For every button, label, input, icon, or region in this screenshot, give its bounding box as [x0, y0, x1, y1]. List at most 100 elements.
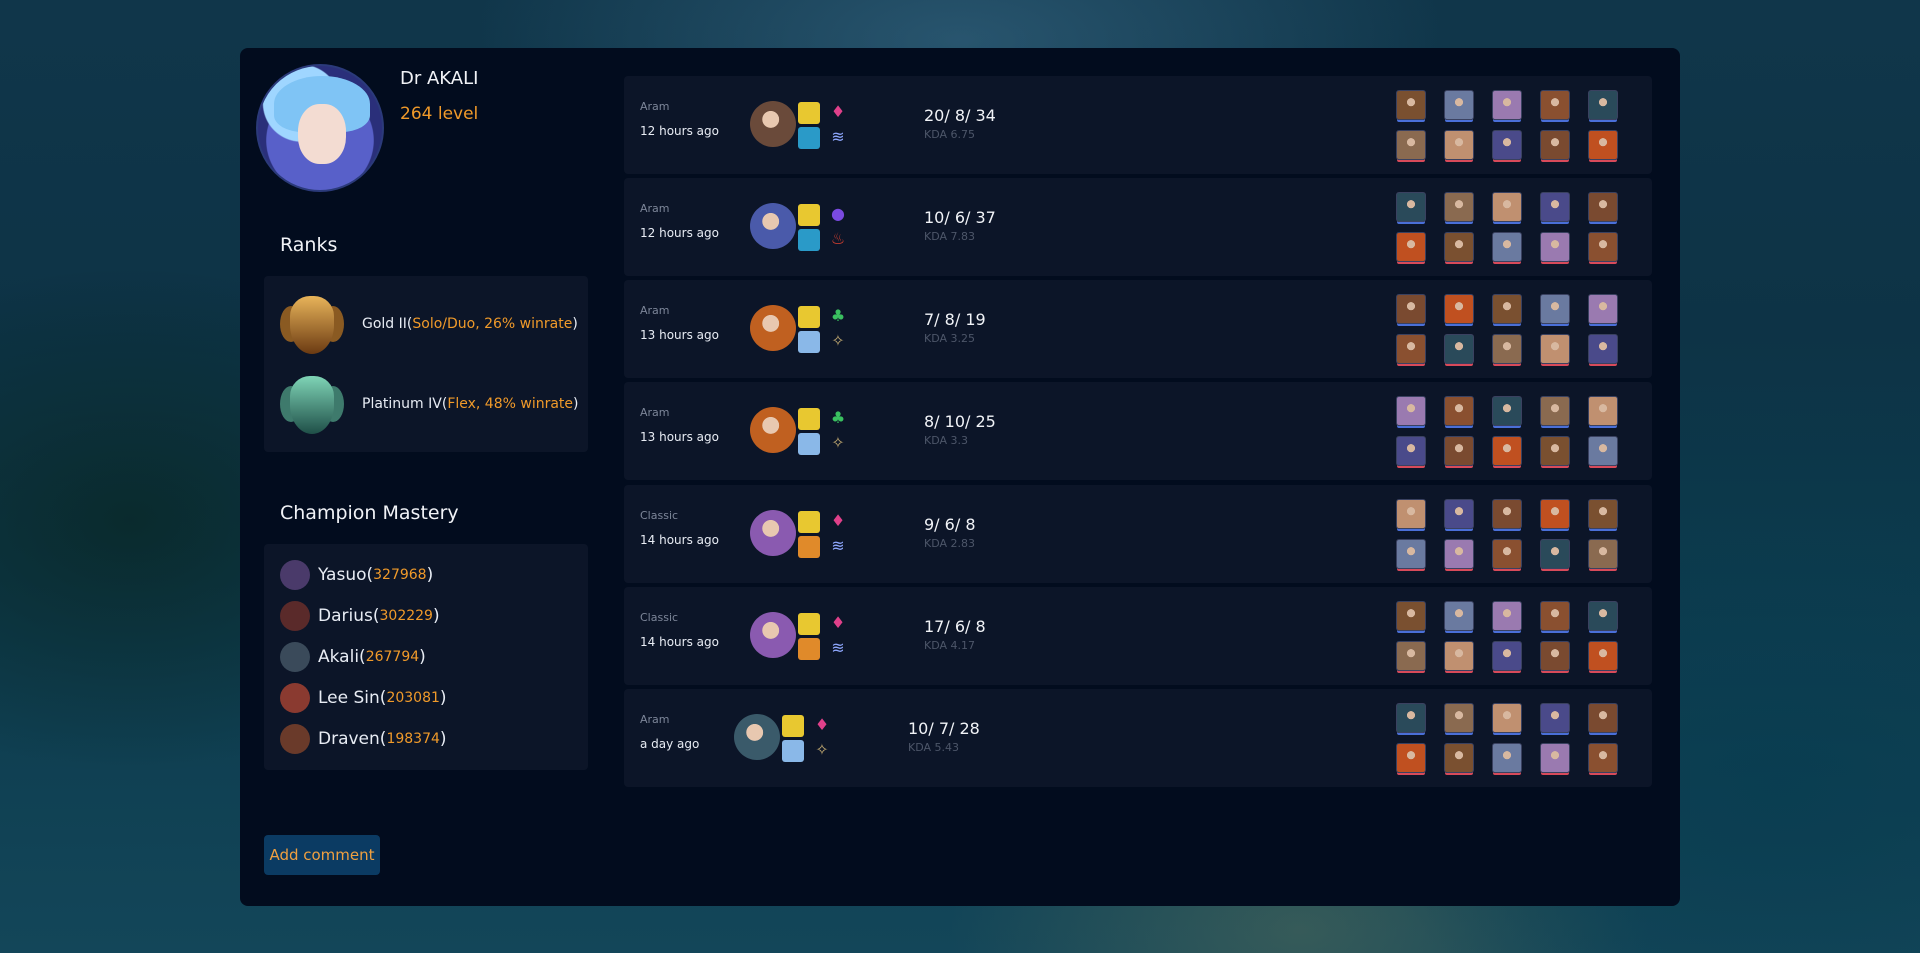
participant-champion-icon[interactable] — [1588, 396, 1618, 426]
match-time: 12 hours ago — [640, 124, 719, 138]
participant-champion-icon[interactable] — [1492, 232, 1522, 262]
participant-champion-icon[interactable] — [1444, 743, 1474, 773]
participant-champion-icon[interactable] — [1492, 396, 1522, 426]
participant-champion-icon[interactable] — [1396, 232, 1426, 262]
participant-champion-icon[interactable] — [1492, 90, 1522, 120]
participant-champion-icon[interactable] — [1444, 294, 1474, 324]
participant-champion-icon[interactable] — [1540, 703, 1570, 733]
participant-champion-icon[interactable] — [1444, 499, 1474, 529]
participant-champion-icon[interactable] — [1540, 743, 1570, 773]
add-comment-button[interactable]: Add comment — [264, 835, 380, 875]
participant-champion-icon[interactable] — [1444, 396, 1474, 426]
participant-champion-icon[interactable] — [1444, 90, 1474, 120]
participant-champion-icon[interactable] — [1588, 334, 1618, 364]
champion-portrait — [734, 714, 780, 760]
participant-champion-icon[interactable] — [1588, 743, 1618, 773]
participant-champion-icon[interactable] — [1492, 641, 1522, 671]
match-score: 7/ 8/ 19 — [924, 310, 986, 329]
match-card[interactable]: Classic 14 hours ago ♦ ≋ 9/ 6/ 8 KDA 2.8… — [624, 485, 1652, 583]
match-card[interactable]: Aram 13 hours ago ♣ ✧ 7/ 8/ 19 KDA 3.25 — [624, 280, 1652, 378]
participant-champion-icon[interactable] — [1588, 130, 1618, 160]
mastery-champion: Yasuo — [318, 564, 367, 585]
participant-champion-icon[interactable] — [1444, 601, 1474, 631]
participant-champion-icon[interactable] — [1540, 232, 1570, 262]
participant-champion-icon[interactable] — [1588, 641, 1618, 671]
participant-champion-icon[interactable] — [1396, 641, 1426, 671]
participant-champion-icon[interactable] — [1492, 130, 1522, 160]
participant-champion-icon[interactable] — [1492, 334, 1522, 364]
keystone-rune-icon: ♦ — [830, 613, 846, 632]
participant-champion-icon[interactable] — [1492, 743, 1522, 773]
participant-champion-icon[interactable] — [1492, 601, 1522, 631]
participant-champion-icon[interactable] — [1540, 601, 1570, 631]
participant-champion-icon[interactable] — [1588, 90, 1618, 120]
participant-champion-icon[interactable] — [1492, 294, 1522, 324]
participant-champion-icon[interactable] — [1444, 130, 1474, 160]
participant-champion-icon[interactable] — [1540, 396, 1570, 426]
champion-portrait — [750, 612, 796, 658]
participant-champion-icon[interactable] — [1396, 703, 1426, 733]
flash-spell-icon — [798, 306, 820, 328]
secondary-rune-icon: ≋ — [831, 638, 845, 657]
participant-champion-icon[interactable] — [1492, 192, 1522, 222]
participant-champion-icon[interactable] — [1588, 192, 1618, 222]
participant-champion-icon[interactable] — [1588, 601, 1618, 631]
summoner-spell-icon — [798, 127, 820, 149]
participant-champion-icon[interactable] — [1396, 192, 1426, 222]
mastery-champion: Akali — [318, 646, 360, 667]
participant-champion-icon[interactable] — [1396, 90, 1426, 120]
participant-champion-icon[interactable] — [1540, 641, 1570, 671]
match-card[interactable]: Aram 12 hours ago ♦ ≋ 20/ 8/ 34 KDA 6.75 — [624, 76, 1652, 174]
participant-champion-icon[interactable] — [1588, 499, 1618, 529]
participant-champion-icon[interactable] — [1444, 539, 1474, 569]
participant-champion-icon[interactable] — [1396, 130, 1426, 160]
participant-champion-icon[interactable] — [1492, 703, 1522, 733]
participant-champion-icon[interactable] — [1492, 499, 1522, 529]
participant-champion-icon[interactable] — [1588, 436, 1618, 466]
participant-champion-icon[interactable] — [1444, 641, 1474, 671]
participant-champion-icon[interactable] — [1396, 294, 1426, 324]
participant-champion-icon[interactable] — [1540, 90, 1570, 120]
participant-champion-icon[interactable] — [1396, 334, 1426, 364]
participant-champion-icon[interactable] — [1396, 436, 1426, 466]
match-card[interactable]: Classic 14 hours ago ♦ ≋ 17/ 6/ 8 KDA 4.… — [624, 587, 1652, 685]
keystone-rune-icon: ♦ — [830, 102, 846, 121]
champion-icon — [280, 559, 310, 590]
participant-champion-icon[interactable] — [1540, 294, 1570, 324]
participant-champion-icon[interactable] — [1588, 539, 1618, 569]
rank-row-flex: Platinum IV(Flex, 48% winrate) — [264, 364, 588, 444]
participant-champion-icon[interactable] — [1540, 130, 1570, 160]
participant-champion-icon[interactable] — [1396, 499, 1426, 529]
participant-champion-icon[interactable] — [1396, 539, 1426, 569]
summoner-spell-icon — [798, 536, 820, 558]
participant-champion-icon[interactable] — [1444, 192, 1474, 222]
champion-portrait — [750, 305, 796, 351]
participant-champion-icon[interactable] — [1540, 499, 1570, 529]
participant-champion-icon[interactable] — [1540, 539, 1570, 569]
match-time: 13 hours ago — [640, 328, 719, 342]
profile-name: Dr AKALI — [400, 68, 479, 89]
participant-champion-icon[interactable] — [1396, 601, 1426, 631]
participant-champion-icon[interactable] — [1492, 436, 1522, 466]
participant-champion-icon[interactable] — [1540, 436, 1570, 466]
participant-champion-icon[interactable] — [1540, 334, 1570, 364]
match-card[interactable]: Aram 13 hours ago ♣ ✧ 8/ 10/ 25 KDA 3.3 — [624, 382, 1652, 480]
participant-champion-icon[interactable] — [1540, 192, 1570, 222]
match-card[interactable]: Aram 12 hours ago ● ♨ 10/ 6/ 37 KDA 7.83 — [624, 178, 1652, 276]
participant-champion-icon[interactable] — [1444, 334, 1474, 364]
participant-champion-icon[interactable] — [1396, 743, 1426, 773]
participant-champion-icon[interactable] — [1588, 294, 1618, 324]
participant-champion-icon[interactable] — [1444, 232, 1474, 262]
gold-emblem-icon — [276, 288, 348, 360]
participant-champion-icon[interactable] — [1396, 396, 1426, 426]
champion-portrait — [750, 407, 796, 453]
mastery-item: Akali(267794) — [264, 636, 588, 677]
participant-champion-icon[interactable] — [1492, 539, 1522, 569]
participant-champion-icon[interactable] — [1588, 703, 1618, 733]
flash-spell-icon — [798, 408, 820, 430]
mastery-item: Darius(302229) — [264, 595, 588, 636]
participant-champion-icon[interactable] — [1588, 232, 1618, 262]
match-card[interactable]: Aram a day ago ♦ ✧ 10/ 7/ 28 KDA 5.43 — [624, 689, 1652, 787]
participant-champion-icon[interactable] — [1444, 436, 1474, 466]
participant-champion-icon[interactable] — [1444, 703, 1474, 733]
